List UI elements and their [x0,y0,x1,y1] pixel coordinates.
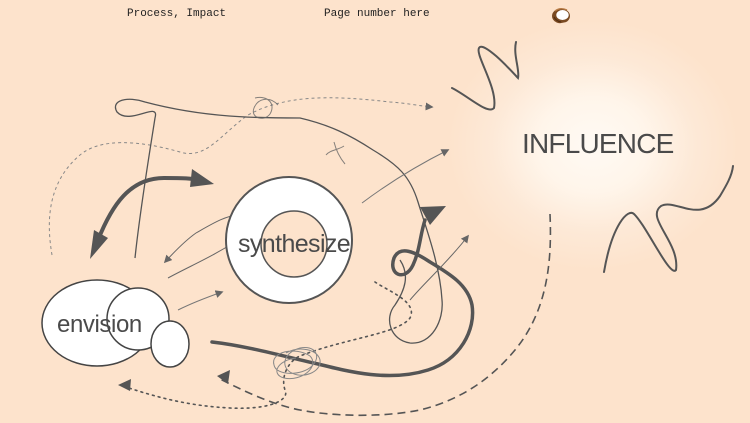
dashed-influence-arrow-head [217,370,230,384]
envision-label: envision [57,311,142,338]
thick-arrow-head-right [190,169,214,187]
process-diagram: synthesize envision INFLUENCE [41,20,738,417]
dotted-path-arrow-head [118,379,131,391]
thick-arrow-head-left [90,230,108,259]
scribble-cluster [273,347,321,380]
arrow-envision-to-synthesize [177,290,224,311]
cross-scribble [252,96,346,165]
synthesize-label: synthesize [238,230,350,258]
influence-label: INFLUENCE [522,128,674,159]
thick-arrow-curve [96,175,205,242]
